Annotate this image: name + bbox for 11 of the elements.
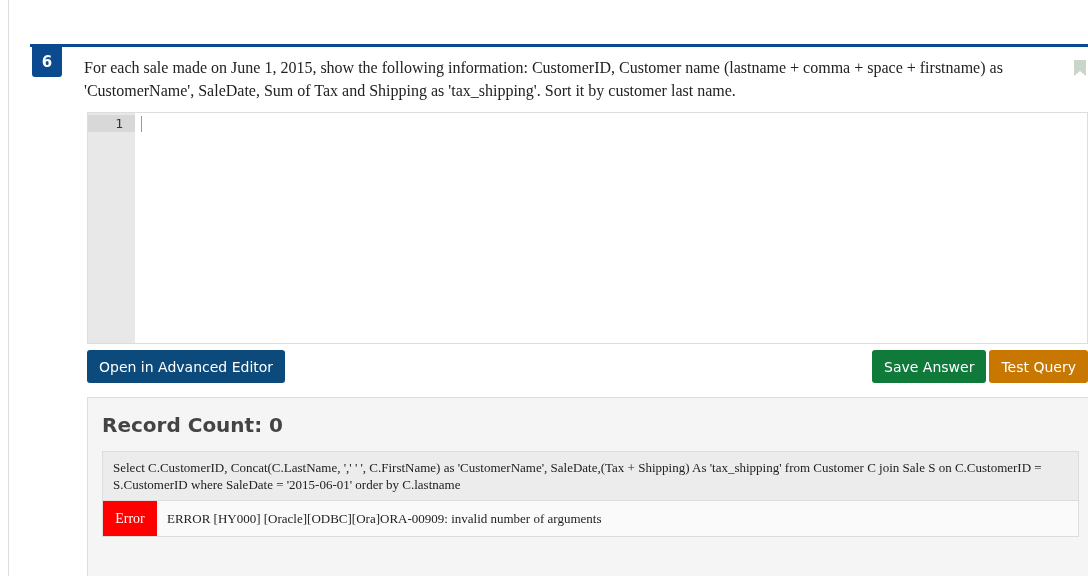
status-label: Error [103, 501, 157, 536]
advanced-editor-button[interactable]: Open in Advanced Editor [87, 350, 286, 383]
question-text: For each sale made on June 1, 2015, show the following information: CustomerID, Customer name (lastname + comma + space + firstname) as 'CustomerName', SaleDate, Sum of Tax and Shipping as 'tax_shipping'. Sort it by customer last name. [84, 58, 1004, 102]
save-answer-button[interactable]: Save Answer [872, 350, 987, 383]
error-message: ERROR [HY000] [Oracle][ODBC][Ora]ORA-00909: invalid number of arguments [166, 509, 602, 528]
record-count: Record Count: 0 [102, 413, 285, 437]
question-number: 6 [32, 47, 62, 77]
code-editor[interactable]: 1 [87, 112, 1088, 344]
bookmark-icon[interactable] [1074, 60, 1086, 76]
query-text: Select C.CustomerID, Concat(C.LastName, ',' ' ', C.FirstName) as 'CustomerName', SaleDate,(Tax + Shipping) As 'tax_shipping' from Customer C join Sale S on C.CustomerID = S.CustomerID where SaleDate = '2015-06-01' order by C.lastname [103, 452, 1078, 500]
line-number: 1 [88, 115, 135, 132]
